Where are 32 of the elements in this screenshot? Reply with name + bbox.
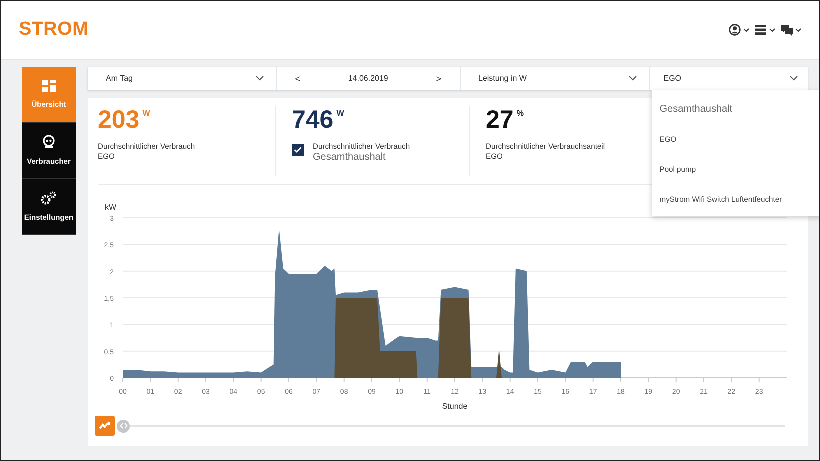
chat-icon[interactable] xyxy=(781,24,803,36)
menu-item[interactable]: Gesamthaushalt xyxy=(652,94,819,124)
date-label: 14.06.2019 xyxy=(348,74,388,83)
user-icon[interactable] xyxy=(729,24,751,36)
axis-title: Stunde xyxy=(442,402,468,411)
chart-type-button[interactable] xyxy=(95,416,115,436)
slider-handle[interactable] xyxy=(117,420,130,432)
axis-title: kW xyxy=(105,203,117,212)
stat-unit: % xyxy=(516,109,524,118)
stat-unit: W xyxy=(336,109,344,118)
device-dropdown[interactable]: EGO xyxy=(650,67,808,90)
next-day-button[interactable]: > xyxy=(430,74,448,84)
stat-value: 746 xyxy=(292,106,334,134)
stat-value: 27 xyxy=(486,106,514,134)
dashboard-icon xyxy=(42,80,56,92)
chevron-icon xyxy=(256,76,264,81)
trend-icon xyxy=(99,422,111,430)
checkmark-icon xyxy=(294,147,302,153)
chevron-icon xyxy=(628,76,637,81)
list-icon[interactable] xyxy=(755,24,777,36)
gears-icon xyxy=(41,191,57,205)
chevron-icon xyxy=(790,76,798,81)
arrows-icon xyxy=(120,423,128,429)
period-dropdown[interactable]: Am Tag xyxy=(88,67,278,90)
robot-icon xyxy=(43,135,55,149)
checkbox[interactable] xyxy=(292,144,304,156)
logo: STROM xyxy=(19,19,89,41)
previous-day-button[interactable]: < xyxy=(289,74,307,84)
stat-sublabel: Gesamthaushalt xyxy=(313,152,387,164)
stat-value: 203 xyxy=(98,106,140,134)
unit-dropdown[interactable]: Leistung in W xyxy=(460,67,650,90)
stat-unit: W xyxy=(142,109,150,118)
